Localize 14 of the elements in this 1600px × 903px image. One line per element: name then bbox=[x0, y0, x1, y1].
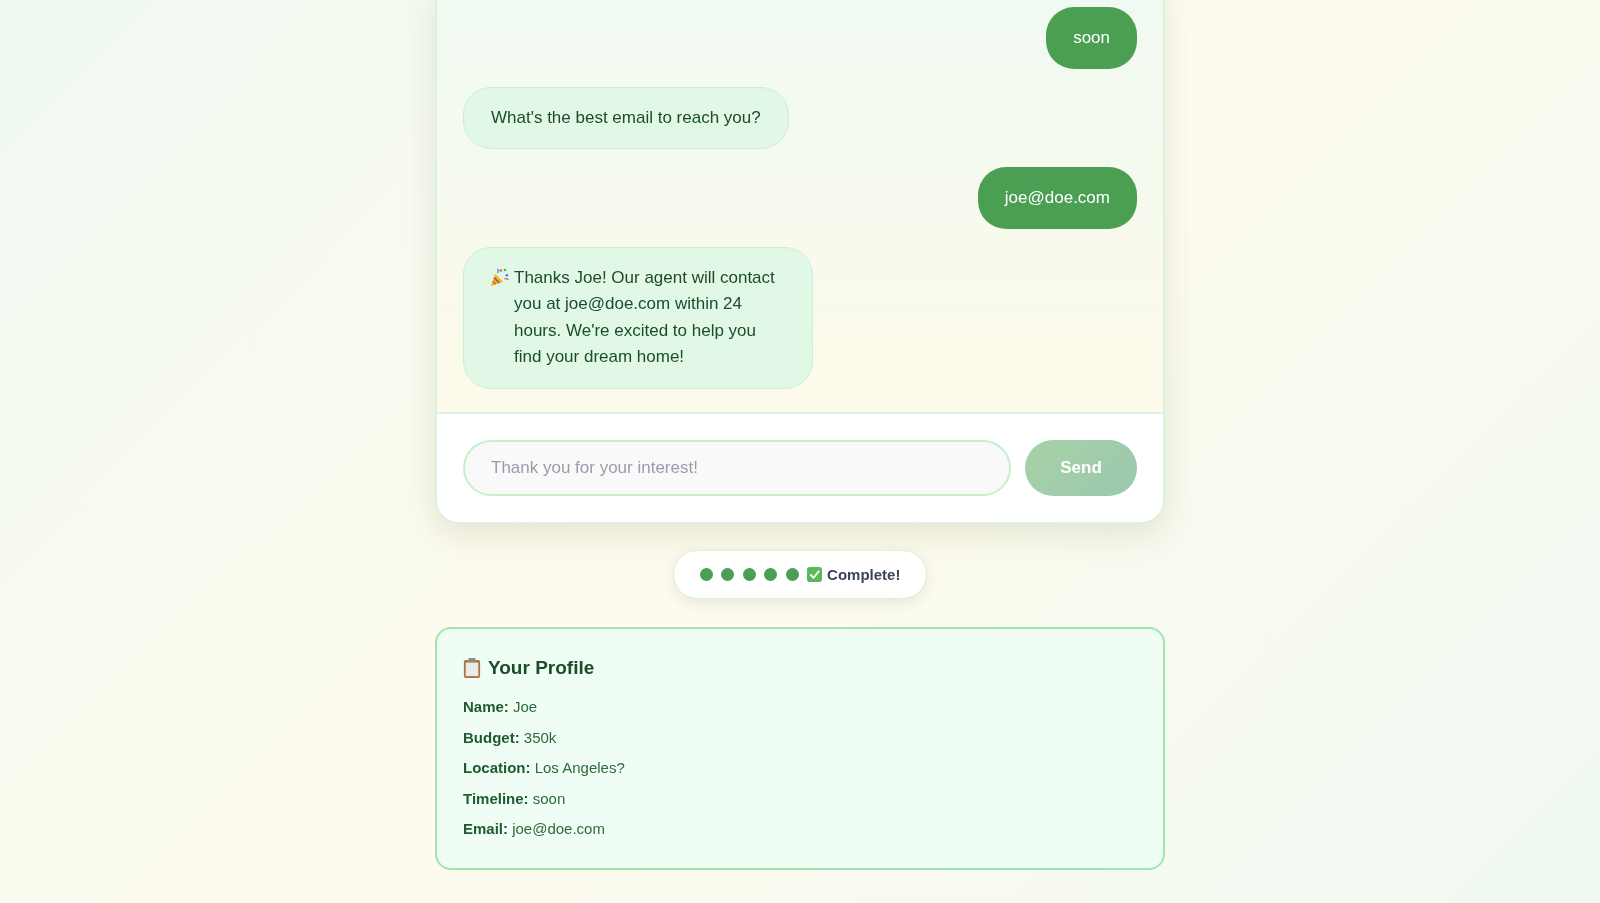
profile-field: Name: Joe bbox=[463, 696, 1137, 719]
message-text: joe@doe.com bbox=[1004, 186, 1110, 209]
status-text: Complete! bbox=[827, 566, 901, 583]
message-text: soon bbox=[1073, 26, 1110, 49]
profile-field: Email: joe@doe.com bbox=[463, 818, 1137, 841]
profile-field: Location: Los Angeles? bbox=[463, 757, 1137, 780]
profile-title: Your Profile bbox=[488, 656, 595, 680]
clipboard-icon bbox=[463, 657, 481, 678]
profile-field: Timeline: soon bbox=[463, 787, 1137, 810]
party-popper-icon bbox=[491, 267, 509, 286]
message-input[interactable]: Thank you for your interest! bbox=[463, 439, 1011, 496]
profile-field: Budget: 350k bbox=[463, 726, 1137, 749]
message-text: Thanks Joe! Our agent will contact you at joe@doe.com within 24 hours. We're excited to help you find your dream home! bbox=[514, 266, 776, 368]
message-text: What's the best email to reach you? bbox=[491, 106, 761, 129]
